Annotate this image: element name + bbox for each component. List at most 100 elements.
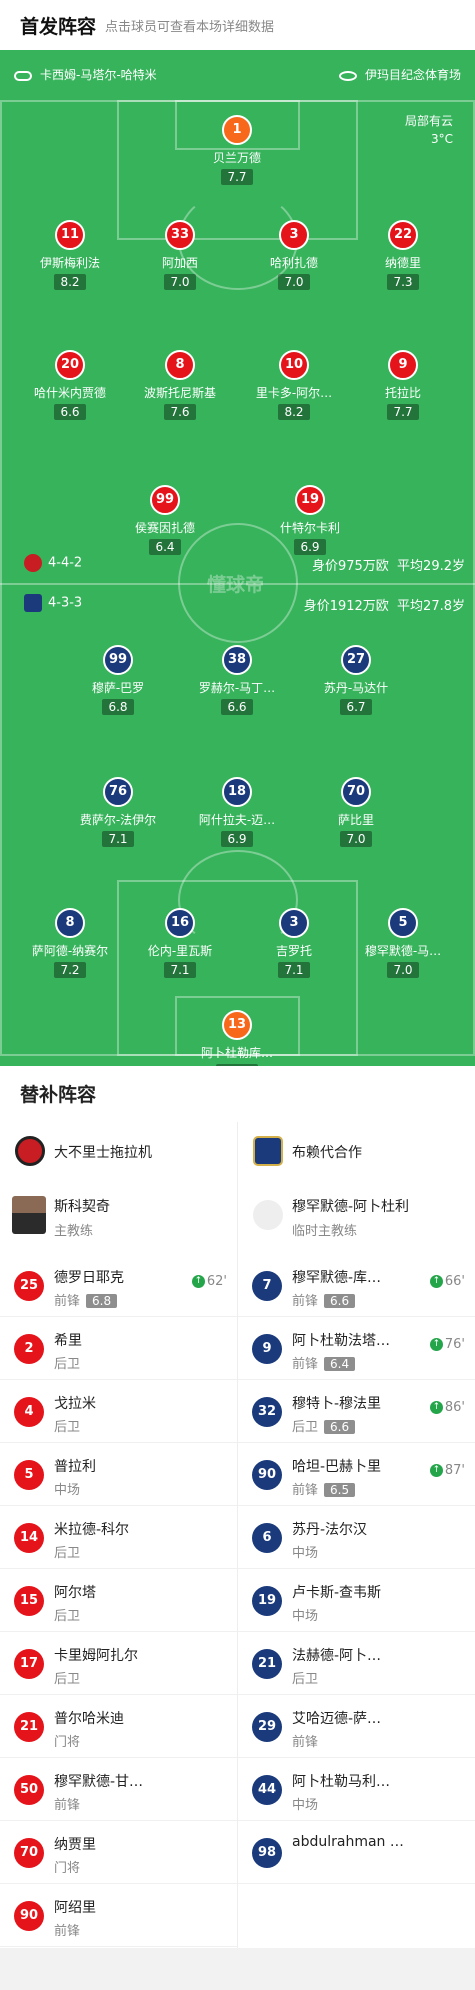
- player-card[interactable]: 19 什特尔卡利 6.9: [260, 485, 360, 555]
- sub-in-minute: 76': [444, 1337, 465, 1352]
- page-subtitle: 点击球员可查看本场详细数据: [105, 20, 275, 35]
- player-card[interactable]: 9 托拉比 7.7: [353, 350, 453, 420]
- player-rating: 7.7: [221, 169, 253, 185]
- sub-player-row[interactable]: 32 穆特卜-穆法里 后卫 6.6 ↑ 86': [238, 1380, 475, 1443]
- away-team-logo-icon: [253, 1136, 283, 1166]
- player-card[interactable]: 22 纳德里 7.3: [353, 220, 453, 290]
- player-number: 11: [55, 220, 85, 250]
- player-number: 9: [388, 350, 418, 380]
- player-name: 阿绍里: [54, 1900, 96, 1916]
- player-card[interactable]: 13阿卜杜勒库…★8.5: [187, 1010, 287, 1066]
- player-card[interactable]: 99 穆萨-巴罗 6.8: [68, 645, 168, 715]
- away-age-text: 平均27.8岁: [397, 599, 465, 614]
- player-card[interactable]: 20 哈什米内贾德 6.6: [20, 350, 120, 420]
- home-subs-list: 25 德罗日耶克 前锋 6.8 ↑ 62' 2 希里 后卫 4 戈拉米 后卫 5 普拉利 中场 14 米拉德-科…: [0, 1254, 237, 1947]
- sub-player-row[interactable]: 4 戈拉米 后卫: [0, 1380, 237, 1443]
- player-number: 3: [279, 220, 309, 250]
- player-card[interactable]: 8 萨阿德-纳赛尔 7.2: [20, 908, 120, 978]
- player-rating: 6.7: [340, 699, 372, 715]
- sub-player-row[interactable]: 25 德罗日耶克 前锋 6.8 ↑ 62': [0, 1254, 237, 1317]
- home-team-row[interactable]: 大不里士拖拉机: [0, 1122, 237, 1178]
- sub-player-row[interactable]: 5 普拉利 中场: [0, 1443, 237, 1506]
- sub-player-row[interactable]: 70 纳贾里 门将: [0, 1821, 237, 1884]
- rating-value: 6.9: [300, 540, 320, 554]
- sub-player-row[interactable]: 21 普尔哈米迪 门将: [0, 1695, 237, 1758]
- player-rating: 6.5: [324, 1483, 356, 1497]
- rating-value: 7.0: [346, 832, 366, 846]
- player-number: 27: [341, 645, 371, 675]
- sub-player-row[interactable]: 9 阿卜杜勒法塔… 前锋 6.4 ↑ 76': [238, 1317, 475, 1380]
- player-position-line: 前锋 6.6: [292, 1290, 356, 1309]
- player-name: 罗赫尔-马丁…: [198, 681, 276, 695]
- sub-player-row[interactable]: 14 米拉德-科尔 后卫: [0, 1506, 237, 1569]
- away-team-row[interactable]: 布赖代合作: [238, 1122, 475, 1178]
- player-number: 33: [165, 220, 195, 250]
- player-position: 前锋: [292, 1483, 319, 1498]
- sub-player-row[interactable]: 15 阿尔塔 后卫: [0, 1569, 237, 1632]
- player-name: 伦内-里瓦斯: [147, 944, 213, 958]
- player-position-line: 中场: [292, 1605, 318, 1624]
- player-card[interactable]: 3 哈利扎德 7.0: [244, 220, 344, 290]
- home-team-logo-icon: [15, 1136, 45, 1166]
- rating-value: 7.2: [60, 963, 80, 977]
- player-rating: 8.2: [54, 274, 86, 290]
- player-number: 90: [252, 1460, 282, 1490]
- sub-player-row[interactable]: 6 苏丹-法尔汉 中场: [238, 1506, 475, 1569]
- sub-player-row[interactable]: 90 阿绍里 前锋: [0, 1884, 237, 1947]
- sub-player-row[interactable]: 2 希里 后卫: [0, 1317, 237, 1380]
- player-card[interactable]: 18 阿什拉夫-迈… 6.9: [187, 777, 287, 847]
- rating-value: 7.1: [284, 963, 304, 977]
- player-position: 中场: [54, 1483, 81, 1498]
- player-card[interactable]: 11 伊斯梅利法 8.2: [20, 220, 120, 290]
- home-age-text: 平均29.2岁: [397, 559, 465, 574]
- sub-player-row[interactable]: 19 卢卡斯-查韦斯 中场: [238, 1569, 475, 1632]
- player-card[interactable]: 1 贝兰万德 7.7: [187, 115, 287, 185]
- player-card[interactable]: 5 穆罕默德-马… 7.0: [353, 908, 453, 978]
- player-card[interactable]: 8 波斯托尼斯基 7.6: [130, 350, 230, 420]
- home-coach[interactable]: 斯科契奇 主教练: [0, 1178, 237, 1254]
- player-number: 21: [252, 1649, 282, 1679]
- player-card[interactable]: 76 费萨尔-法伊尔 7.1: [68, 777, 168, 847]
- player-number: 9: [252, 1334, 282, 1364]
- player-number: 8: [165, 350, 195, 380]
- coach-role: 临时主教练: [292, 1224, 358, 1239]
- player-card[interactable]: 10 里卡多-阿尔… 8.2: [244, 350, 344, 420]
- player-card[interactable]: 3 吉罗托 7.1: [244, 908, 344, 978]
- player-name: 穆罕默德-甘…: [54, 1774, 144, 1790]
- away-team-name: 布赖代合作: [292, 1145, 362, 1161]
- player-name: 艾哈迈德-萨…: [292, 1711, 382, 1727]
- sub-player-row[interactable]: 90 哈坦-巴赫卜里 前锋 6.5 ↑ 87': [238, 1443, 475, 1506]
- home-team-name: 大不里士拖拉机: [54, 1145, 152, 1161]
- home-formation: 4-4-2: [24, 554, 82, 572]
- sub-in-minute: 86': [444, 1400, 465, 1415]
- home-team-logo-icon: [24, 554, 42, 572]
- player-name: 什特尔卡利: [279, 521, 340, 535]
- sub-player-row[interactable]: 21 法赫德-阿卜… 后卫: [238, 1632, 475, 1695]
- sub-player-row[interactable]: 44 阿卜杜勒马利… 中场: [238, 1758, 475, 1821]
- sub-player-row[interactable]: 98 abdulrahman …: [238, 1821, 475, 1884]
- sub-in: ↑ 87': [429, 1463, 465, 1478]
- player-card[interactable]: 27 苏丹-马达什 6.7: [306, 645, 406, 715]
- player-card[interactable]: 38 罗赫尔-马丁… 6.6: [187, 645, 287, 715]
- player-name: 阿卜杜勒马利…: [292, 1774, 390, 1790]
- sub-player-row[interactable]: 29 艾哈迈德-萨… 前锋: [238, 1695, 475, 1758]
- sub-player-row[interactable]: 50 穆罕默德-甘… 前锋: [0, 1758, 237, 1821]
- coach-name: 斯科契奇: [54, 1199, 110, 1215]
- player-card[interactable]: 70 萨比里 7.0: [306, 777, 406, 847]
- rating-value: 6.9: [227, 832, 247, 846]
- player-number: 18: [222, 777, 252, 807]
- sub-player-row[interactable]: 7 穆罕默德-库… 前锋 6.6 ↑ 66': [238, 1254, 475, 1317]
- player-name: 德罗日耶克: [54, 1270, 124, 1286]
- sub-player-row[interactable]: 17 卡里姆阿扎尔 后卫: [0, 1632, 237, 1695]
- player-number: 5: [388, 908, 418, 938]
- away-coach[interactable]: 穆罕默德-阿卜杜利 临时主教练: [238, 1178, 475, 1254]
- player-number: 14: [14, 1523, 44, 1553]
- player-position: 后卫: [292, 1420, 319, 1435]
- rating-value: 7.7: [393, 405, 413, 419]
- player-number: 8: [55, 908, 85, 938]
- referee: 卡西姆-马塔尔-哈特米: [14, 66, 157, 83]
- player-name: 苏丹-马达什: [323, 681, 389, 695]
- player-card[interactable]: 99 侯赛因扎德 6.4: [115, 485, 215, 555]
- player-card[interactable]: 16 伦内-里瓦斯 7.1: [130, 908, 230, 978]
- player-card[interactable]: 33 阿加西 7.0: [130, 220, 230, 290]
